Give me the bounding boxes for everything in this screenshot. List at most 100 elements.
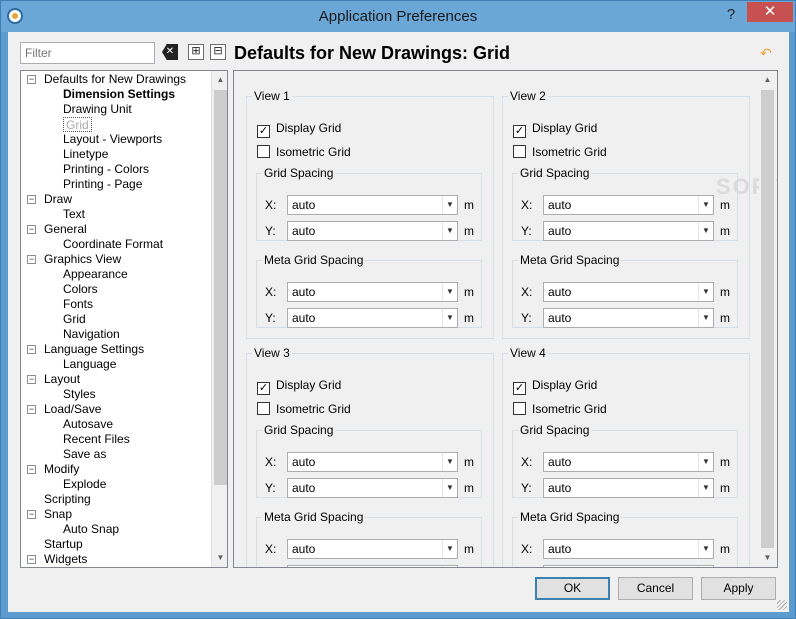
grid-spacing-group-y-combo[interactable]: auto ▼ [543,221,714,241]
tree-item[interactable]: Defaults for New Drawings [44,72,186,87]
chevron-down-icon[interactable]: ▼ [698,196,713,214]
chevron-down-icon[interactable]: ▼ [698,479,713,497]
chevron-down-icon[interactable]: ▼ [442,196,457,214]
tree-item[interactable]: Layout [44,372,80,387]
meta-grid-spacing-group-y-combo[interactable]: auto▼ [543,565,714,567]
display-grid-checkbox[interactable]: ✓ Display Grid [257,377,341,395]
chevron-down-icon[interactable]: ▼ [442,540,457,558]
close-button[interactable]: ✕ [747,2,793,22]
checkbox-checked-icon[interactable]: ✓ [513,382,526,395]
tree-item[interactable]: Save as [63,447,106,462]
scroll-down-icon[interactable]: ▼ [212,549,227,566]
tree-item[interactable]: Colors [63,282,98,297]
resize-grip-icon[interactable] [777,600,787,610]
meta-grid-spacing-group-y-combo[interactable]: auto▼ [287,565,458,567]
tree-item[interactable]: Modify [44,462,79,477]
filter-input[interactable] [20,42,155,64]
display-grid-checkbox[interactable]: ✓ Display Grid [257,120,341,138]
tree-item[interactable]: Printing - Page [63,177,142,192]
tree-item[interactable]: Layout - Viewports [63,132,162,147]
title-bar[interactable]: Application Preferences ? ✕ [1,1,795,32]
isometric-grid-checkbox[interactable]: Isometric Grid [257,144,351,160]
tree-item[interactable]: Language [63,357,116,372]
chevron-down-icon[interactable]: ▼ [442,283,457,301]
tree-item[interactable]: Snap [44,507,72,522]
chevron-down-icon[interactable]: ▼ [698,566,713,567]
meta-grid-spacing-group-x-combo[interactable]: auto ▼ [543,282,714,302]
grid-spacing-group-x-combo[interactable]: auto ▼ [287,195,458,215]
tree-item[interactable]: Language Settings [44,342,144,357]
tree-item[interactable]: Navigation [63,327,120,342]
cancel-button[interactable]: Cancel [618,577,693,600]
grid-spacing-group-y-combo[interactable]: auto ▼ [287,221,458,241]
tree-item[interactable]: Appearance [63,267,128,282]
tree-item[interactable]: Drawing Unit [63,102,132,117]
tree-item[interactable]: Dimension Settings [63,87,175,102]
checkbox-checked-icon[interactable]: ✓ [513,125,526,138]
tree-item[interactable]: Fonts [63,297,93,312]
help-button[interactable]: ? [719,4,743,26]
display-grid-checkbox[interactable]: ✓ Display Grid [513,120,597,138]
isometric-grid-checkbox[interactable]: Isometric Grid [513,401,607,417]
chevron-down-icon[interactable]: ▼ [698,453,713,471]
collapse-icon[interactable]: − [27,255,36,264]
tree-item[interactable]: Coordinate Format [63,237,163,252]
grid-spacing-group-x-combo[interactable]: auto ▼ [287,452,458,472]
tree-item[interactable]: Grid [63,117,92,132]
scroll-up-icon[interactable]: ▲ [759,71,776,88]
clear-filter-icon[interactable]: ✕ [162,44,178,60]
collapse-icon[interactable]: − [27,405,36,414]
isometric-grid-checkbox[interactable]: Isometric Grid [513,144,607,160]
chevron-down-icon[interactable]: ▼ [442,479,457,497]
grid-spacing-group-y-combo[interactable]: auto ▼ [543,478,714,498]
expand-all-icon[interactable]: ⊞ [188,44,204,60]
checkbox-checked-icon[interactable]: ✓ [257,382,270,395]
checkbox-icon[interactable] [257,145,270,158]
chevron-down-icon[interactable]: ▼ [698,222,713,240]
chevron-down-icon[interactable]: ▼ [698,283,713,301]
meta-grid-spacing-group-x-combo[interactable]: auto ▼ [543,539,714,559]
chevron-down-icon[interactable]: ▼ [442,566,457,567]
tree-item[interactable]: Load/Save [44,402,101,417]
settings-tree[interactable]: ▲ ▼ − Defaults for New Drawings Dimension … [20,70,228,568]
tree-scroll-thumb[interactable] [214,90,227,485]
tree-item[interactable]: Recent Files [63,432,130,447]
tree-item[interactable]: Widgets [44,552,87,567]
chevron-down-icon[interactable]: ▼ [698,540,713,558]
tree-item[interactable]: Grid [63,312,86,327]
tree-item[interactable]: General [44,222,87,237]
meta-grid-spacing-group-x-combo[interactable]: auto ▼ [287,539,458,559]
collapse-all-icon[interactable]: ⊟ [210,44,226,60]
tree-item[interactable]: Explode [63,477,106,492]
collapse-icon[interactable]: − [27,510,36,519]
checkbox-icon[interactable] [257,402,270,415]
tree-item[interactable]: Auto Snap [63,522,119,537]
meta-grid-spacing-group-y-combo[interactable]: auto▼ [543,308,714,328]
tree-item[interactable]: Printing - Colors [63,162,149,177]
collapse-icon[interactable]: − [27,555,36,564]
meta-grid-spacing-group-y-combo[interactable]: auto▼ [287,308,458,328]
tree-item[interactable]: Startup [44,537,83,552]
checkbox-icon[interactable] [513,145,526,158]
tree-item[interactable]: Text [63,207,85,222]
grid-spacing-group-x-combo[interactable]: auto ▼ [543,195,714,215]
tree-item[interactable]: Styles [63,387,96,402]
tree-item[interactable]: Draw [44,192,72,207]
grid-spacing-group-x-combo[interactable]: auto ▼ [543,452,714,472]
collapse-icon[interactable]: − [27,225,36,234]
chevron-down-icon[interactable]: ▼ [442,453,457,471]
collapse-icon[interactable]: − [27,75,36,84]
collapse-icon[interactable]: − [27,375,36,384]
tree-item[interactable]: Autosave [63,417,113,432]
chevron-down-icon[interactable]: ▼ [442,309,457,327]
pane-scrollbar[interactable]: ▲ ▼ [759,71,776,567]
isometric-grid-checkbox[interactable]: Isometric Grid [257,401,351,417]
meta-grid-spacing-group-x-combo[interactable]: auto ▼ [287,282,458,302]
display-grid-checkbox[interactable]: ✓ Display Grid [513,377,597,395]
scroll-up-icon[interactable]: ▲ [212,71,227,88]
grid-spacing-group-y-combo[interactable]: auto ▼ [287,478,458,498]
scroll-down-icon[interactable]: ▼ [759,549,776,566]
collapse-icon[interactable]: − [27,195,36,204]
chevron-down-icon[interactable]: ▼ [442,222,457,240]
tree-item[interactable]: Graphics View [44,252,121,267]
